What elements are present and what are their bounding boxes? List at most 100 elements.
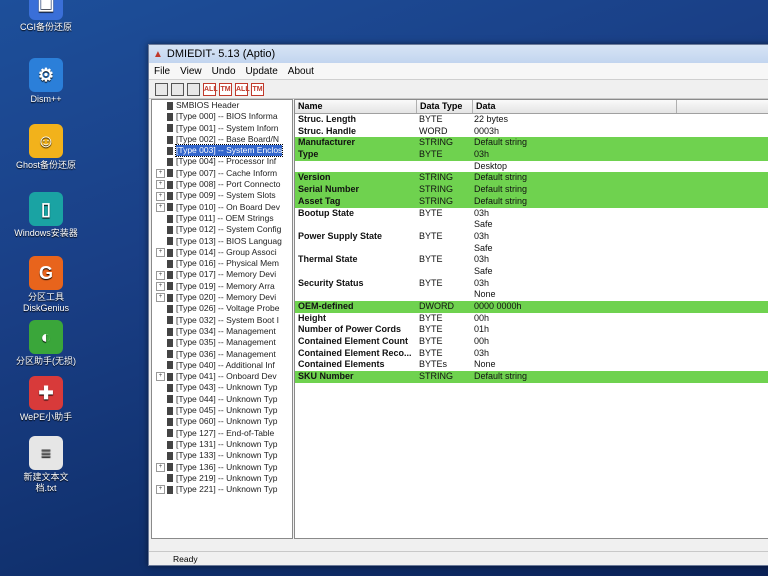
smbios-tree[interactable]: SMBIOS Header [Type 000] -- BIOS Informa[… — [151, 99, 293, 539]
grid-row[interactable]: Height BYTE 00h — [295, 313, 768, 325]
expand-icon[interactable]: + — [156, 372, 165, 382]
desktop-shortcut[interactable]: ▣ CGI备份还原 — [14, 0, 78, 33]
tree-item[interactable]: [Type 012] -- System Config — [152, 224, 292, 235]
expand-icon[interactable]: + — [156, 462, 165, 472]
tree-item[interactable]: [Type 032] -- System Boot I — [152, 315, 292, 326]
grid-row[interactable]: Serial Number STRING Default string — [295, 184, 768, 196]
grid-row[interactable]: Struc. Length BYTE 22 bytes — [295, 114, 768, 126]
field-value[interactable]: 0003h — [471, 126, 649, 138]
save-all-icon[interactable] — [171, 82, 184, 96]
grid-row[interactable]: Safe — [295, 266, 768, 278]
field-value[interactable]: Safe — [471, 219, 649, 231]
field-value[interactable]: Default string — [471, 371, 649, 383]
field-value[interactable]: 00h — [471, 336, 649, 348]
tree-item[interactable]: [Type 011] -- OEM Strings — [152, 213, 292, 224]
tree-item[interactable]: [Type 036] -- Management — [152, 349, 292, 360]
field-value[interactable]: 03h — [471, 231, 649, 243]
tree-item[interactable]: SMBIOS Header — [152, 100, 292, 111]
field-value[interactable]: 01h — [471, 324, 649, 336]
tree-item[interactable]: [Type 133] -- Unknown Typ — [152, 450, 292, 461]
desktop-shortcut[interactable]: ⚙ Dism++ — [14, 58, 78, 105]
grid-row[interactable]: Thermal State BYTE 03h — [295, 254, 768, 266]
field-value[interactable]: 03h — [471, 208, 649, 220]
grid-row[interactable]: Asset Tag STRING Default string — [295, 195, 768, 208]
tree-item[interactable]: + [Type 136] -- Unknown Typ — [152, 462, 292, 473]
tree-item[interactable]: + [Type 009] -- System Slots — [152, 190, 292, 201]
expand-icon[interactable]: + — [156, 180, 165, 190]
field-value[interactable]: Safe — [471, 243, 649, 255]
tree-item[interactable]: + [Type 017] -- Memory Devi — [152, 269, 292, 280]
expand-icon[interactable]: + — [156, 202, 165, 212]
grid-row[interactable]: Contained Element Reco... BYTE 03h — [295, 348, 768, 360]
tree-item[interactable]: [Type 026] -- Voltage Probe — [152, 303, 292, 314]
desktop-shortcut[interactable]: G 分区工具DiskGenius — [14, 256, 78, 314]
field-value[interactable]: 00h — [471, 313, 649, 325]
desktop-shortcut[interactable]: ▯ Windows安装器 — [14, 192, 78, 239]
field-value[interactable]: 22 bytes — [471, 114, 649, 126]
field-value[interactable]: 03h — [471, 278, 649, 290]
tree-item[interactable]: [Type 127] -- End-of-Table — [152, 428, 292, 439]
expand-icon[interactable]: + — [156, 293, 165, 303]
tree-item[interactable]: [Type 035] -- Management — [152, 337, 292, 348]
grid-row[interactable]: Type BYTE 03h — [295, 149, 768, 161]
expand-icon[interactable]: + — [156, 248, 165, 257]
update-all-icon[interactable]: ALL — [203, 82, 218, 96]
title-bar[interactable]: ▲ DMIEDIT- 5.13 (Aptio) — [149, 45, 768, 63]
menu-update[interactable]: Update — [241, 66, 283, 77]
desktop-shortcut[interactable]: ☺ Ghost备份还原 — [14, 124, 78, 171]
undo-all-icon[interactable]: ALL — [235, 82, 250, 96]
grid-row[interactable]: Contained Elements BYTEs None — [295, 359, 768, 371]
tree-item[interactable]: [Type 219] -- Unknown Typ — [152, 473, 292, 484]
menu-view[interactable]: View — [175, 66, 207, 77]
desktop-shortcut[interactable]: ✚ WePE小助手 — [14, 376, 78, 423]
field-value[interactable]: 0000 0000h — [471, 301, 649, 313]
tree-item[interactable]: + [Type 041] -- Onboard Dev — [152, 371, 292, 382]
grid-row[interactable]: Power Supply State BYTE 03h — [295, 231, 768, 243]
menu-about[interactable]: About — [283, 66, 319, 77]
grid-row[interactable]: SKU Number STRING Default string — [295, 371, 768, 383]
grid-row[interactable]: Safe — [295, 243, 768, 255]
tree-item[interactable]: [Type 040] -- Additional Inf — [152, 360, 292, 371]
field-value[interactable]: 03h — [471, 348, 649, 360]
update-tm-icon[interactable]: TM — [219, 82, 232, 96]
export-icon[interactable] — [187, 82, 200, 96]
tree-item[interactable]: [Type 003] -- System Enclos — [152, 144, 292, 158]
save-icon[interactable] — [155, 82, 168, 96]
grid-row[interactable]: Security Status BYTE 03h — [295, 278, 768, 290]
tree-item[interactable]: [Type 034] -- Management — [152, 326, 292, 337]
tree-item[interactable]: + [Type 019] -- Memory Arra — [152, 281, 292, 292]
field-value[interactable]: 03h — [471, 149, 649, 161]
field-value[interactable]: None — [471, 289, 649, 301]
column-header-name[interactable]: Name — [295, 100, 417, 113]
desktop-shortcut[interactable]: ≡ 新建文本文档.txt — [14, 436, 78, 494]
tree-item[interactable]: [Type 004] -- Processor Inf — [152, 156, 292, 167]
undo-tm-icon[interactable]: TM — [251, 82, 264, 96]
field-value[interactable]: Default string — [471, 172, 649, 184]
tree-item[interactable]: [Type 000] -- BIOS Informa — [152, 111, 292, 122]
grid-row[interactable]: Bootup State BYTE 03h — [295, 208, 768, 220]
grid-row[interactable]: OEM-defined DWORD 0000 0000h — [295, 301, 768, 313]
grid-row[interactable]: Number of Power Cords BYTE 01h — [295, 324, 768, 336]
tree-item[interactable]: [Type 043] -- Unknown Typ — [152, 382, 292, 393]
field-value[interactable]: 03h — [471, 254, 649, 266]
tree-item[interactable]: + [Type 020] -- Memory Devi — [152, 292, 292, 303]
menu-file[interactable]: File — [149, 66, 175, 77]
field-value[interactable]: Safe — [471, 266, 649, 278]
tree-item[interactable]: + [Type 007] -- Cache Inform — [152, 168, 292, 179]
tree-item[interactable]: + [Type 010] -- On Board Dev — [152, 202, 292, 213]
tree-item[interactable]: [Type 044] -- Unknown Typ — [152, 394, 292, 405]
tree-item[interactable]: [Type 002] -- Base Board/N — [152, 134, 292, 145]
desktop-shortcut[interactable]: ◐ 分区助手(无损) — [14, 320, 78, 367]
expand-icon[interactable]: + — [156, 191, 165, 201]
tree-item[interactable]: [Type 001] -- System Inforn — [152, 123, 292, 134]
tree-item[interactable]: [Type 045] -- Unknown Typ — [152, 405, 292, 416]
expand-icon[interactable]: + — [156, 270, 165, 280]
expand-icon[interactable]: + — [156, 168, 165, 178]
column-header-data-type[interactable]: Data Type — [417, 100, 473, 113]
grid-row[interactable]: Struc. Handle WORD 0003h — [295, 126, 768, 138]
grid-row[interactable]: Manufacturer STRING Default string — [295, 137, 768, 150]
grid-row[interactable]: Contained Element Count BYTE 00h — [295, 336, 768, 348]
field-value[interactable]: Default string — [471, 137, 649, 149]
tree-item[interactable]: [Type 060] -- Unknown Typ — [152, 416, 292, 427]
tree-item[interactable]: [Type 013] -- BIOS Languag — [152, 236, 292, 247]
